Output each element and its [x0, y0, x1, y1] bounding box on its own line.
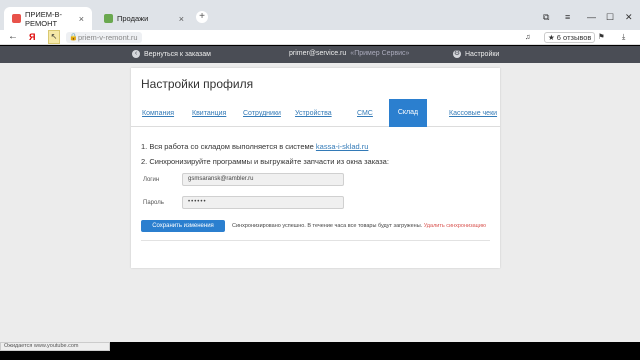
reviews-badge[interactable]: ★ 6 отзывов — [544, 32, 596, 43]
delete-sync-link[interactable]: Удалить синхронизацию — [424, 223, 486, 229]
kassa-link[interactable]: kassa-i-sklad.ru — [316, 142, 369, 151]
tab-company[interactable]: Компания — [142, 110, 174, 117]
instruction-line-2: 2. Синхронизируйте программы и выгружайт… — [141, 157, 389, 166]
back-icon[interactable]: ← — [8, 31, 18, 42]
lock-icon: 🔒 — [69, 34, 78, 41]
close-window-icon[interactable]: ✕ — [625, 12, 633, 23]
close-icon[interactable]: × — [179, 14, 184, 24]
site-favicon-icon — [12, 14, 21, 23]
menu-icon[interactable]: ≡ — [565, 12, 570, 22]
back-label: Вернуться к заказам — [144, 50, 211, 58]
login-label: Логин — [143, 177, 160, 183]
profile-settings-card: Настройки профиля Компания Квитанция Сот… — [131, 68, 500, 268]
tab-warehouse[interactable]: Склад — [389, 99, 427, 127]
page-title: Настройки профиля — [141, 77, 254, 91]
save-button[interactable]: Сохранить изменения — [141, 220, 225, 232]
status-bar: Ожидается www.youtube.com — [0, 342, 110, 351]
user-email: primer@service.ru — [289, 50, 347, 57]
new-tab-button[interactable]: + — [196, 11, 208, 23]
sync-text: Синхронизировано успешно. В течение часа… — [232, 223, 423, 229]
download-icon[interactable]: ⤓ — [622, 32, 625, 42]
tab-cash-receipts[interactable]: Кассовые чеки — [449, 110, 497, 117]
divider — [141, 240, 490, 241]
company-name: «Пример Сервис» — [350, 50, 410, 57]
tabs-overview-icon[interactable]: ⧉ — [543, 12, 549, 23]
maximize-icon[interactable]: ☐ — [606, 12, 614, 23]
instruction-line-1: 1. Вся работа со складом выполняется в с… — [141, 142, 368, 151]
tab-title: ПРИЕМ-В-РЕМОНТ — [25, 9, 63, 28]
tab-sms[interactable]: СМС — [357, 110, 373, 117]
password-field[interactable]: •••••• — [182, 196, 344, 209]
settings-tabs: Компания Квитанция Сотрудники Устройства… — [131, 99, 500, 127]
login-field[interactable]: gsmsaransk@rambler.ru — [182, 173, 344, 186]
tab-devices[interactable]: Устройства — [295, 110, 332, 117]
browser-tab-bar: ПРИЕМ-В-РЕМОНТ × Продажи × + ⧉ ≡ — ☐ ✕ — [0, 0, 640, 30]
back-to-orders-link[interactable]: ‹ Вернуться к заказам — [132, 50, 211, 58]
headphones-icon[interactable]: ♫ — [525, 32, 531, 41]
settings-label: Настройки — [465, 50, 500, 58]
app-header: ‹ Вернуться к заказам primer@service.ru … — [0, 46, 640, 63]
gear-icon: ⚙ — [453, 50, 461, 58]
bookmark-icon[interactable]: ↖ — [48, 30, 60, 44]
password-label: Пароль — [143, 200, 164, 206]
url-field[interactable]: 🔒 priem-v-remont.ru — [66, 32, 142, 43]
minimize-icon[interactable]: — — [587, 12, 596, 22]
chevron-left-icon: ‹ — [132, 50, 140, 58]
site-favicon-icon — [104, 14, 113, 23]
tab-sales[interactable]: Продажи × — [96, 7, 192, 30]
url-text: priem-v-remont.ru — [78, 33, 138, 42]
sync-status: Синхронизировано успешно. В течение часа… — [232, 223, 486, 229]
tab-priem-v-remont[interactable]: ПРИЕМ-В-РЕМОНТ × — [4, 7, 92, 30]
close-icon[interactable]: × — [79, 14, 84, 24]
settings-link[interactable]: ⚙ Настройки — [453, 50, 499, 58]
tab-receipt[interactable]: Квитанция — [192, 110, 226, 117]
yandex-logo[interactable]: Я — [29, 32, 35, 42]
user-info: primer@service.ru «Пример Сервис» — [289, 50, 409, 57]
address-bar: ← Я ↖ 🔒 priem-v-remont.ru ♫ ★ 6 отзывов … — [0, 30, 640, 45]
tab-employees[interactable]: Сотрудники — [243, 110, 281, 117]
instruction-text: 1. Вся работа со складом выполняется в с… — [141, 142, 316, 151]
bookmark-flag-icon[interactable]: ⚑ — [598, 32, 605, 41]
tab-title: Продажи — [117, 14, 149, 23]
